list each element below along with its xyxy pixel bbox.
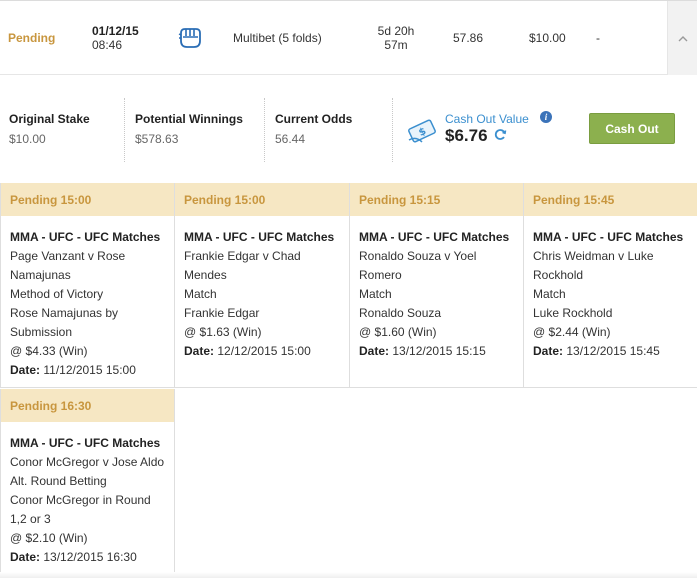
leg-line: Match [184,287,217,301]
leg-date: Date: 12/12/2015 15:00 [184,342,343,361]
current-odds: Current Odds 56.44 [275,98,352,160]
potential-winnings-label: Potential Winnings [135,112,243,126]
current-odds-value: 56.44 [275,132,306,146]
divider [392,98,393,162]
leg-date: Date: 13/12/2015 15:15 [359,342,517,361]
leg-card: Pending 15:00 MMA - UFC - UFC Matches Fr… [175,183,350,388]
leg-date-value: 13/12/2015 15:45 [566,344,660,358]
divider [124,98,125,162]
leg-line: Namajunas [10,268,71,282]
leg-line: @ $2.44 (Win) [533,325,611,339]
leg-line: Alt. Round Betting [10,474,107,488]
leg-card: Pending 15:15 MMA - UFC - UFC Matches Ro… [350,183,524,388]
leg-status-header: Pending 15:15 [350,183,523,216]
leg-line: Submission [10,325,73,339]
leg-line: Ronaldo Souza v Yoel [359,249,477,263]
divider [264,98,265,162]
leg-date-label: Date: [10,363,41,377]
leg-date-value: 13/12/2015 15:15 [392,344,486,358]
leg-line: Romero [359,268,402,282]
leg-market: MMA - UFC - UFC Matches [10,436,161,450]
leg-line: Rose Namajunas by [10,306,119,320]
leg-line: @ $2.10 (Win) [10,531,88,545]
leg-date-label: Date: [10,550,41,564]
leg-date-value: 12/12/2015 15:00 [217,344,311,358]
bet-date: 01/12/15 [92,24,139,38]
leg-line: Conor McGregor in Round [10,493,151,507]
leg-market: MMA - UFC - UFC Matches [533,230,684,244]
current-odds-label: Current Odds [275,112,353,126]
leg-date-label: Date: [184,344,215,358]
fist-icon [177,1,203,75]
leg-card: Pending 16:30 MMA - UFC - UFC Matches Co… [0,389,175,578]
bet-row[interactable]: Pending 01/12/15 08:46 Multibet (5 folds… [0,0,697,75]
refresh-icon[interactable] [494,128,507,144]
leg-line: Frankie Edgar v Chad [184,249,301,263]
leg-date-label: Date: [359,344,390,358]
leg-line: @ $1.60 (Win) [359,325,437,339]
leg-line: @ $4.33 (Win) [10,344,88,358]
bet-type: Multibet (5 folds) [233,31,322,45]
bet-stake: $10.00 [529,31,566,45]
leg-line: Frankie Edgar [184,306,260,320]
leg-line: Page Vanzant v Rose [10,249,126,263]
bet-time: 08:46 [92,38,123,52]
leg-line: Conor McGregor v Jose Aldo [10,455,165,469]
cash-out-value-label: Cash Out Value [445,112,529,126]
original-stake-value: $10.00 [9,132,46,146]
cash-icon: $ [406,116,438,149]
original-stake-label: Original Stake [9,112,90,126]
leg-date-label: Date: [533,344,564,358]
leg-line: Match [533,287,566,301]
leg-line: Mendes [184,268,227,282]
collapse-button[interactable] [667,1,697,75]
leg-status-header: Pending 15:00 [1,183,174,216]
bet-datetime: 01/12/15 08:46 [92,1,139,75]
leg-line: Chris Weidman v Luke [533,249,654,263]
leg-date: Date: 11/12/2015 15:00 [10,361,168,380]
leg-line: Ronaldo Souza [359,306,442,320]
leg-market: MMA - UFC - UFC Matches [359,230,510,244]
leg-status-header: Pending 15:45 [524,183,697,216]
bet-odds: 57.86 [453,31,484,45]
cash-out-value: $6.76 [445,126,488,145]
leg-card: Pending 15:00 MMA - UFC - UFC Matches Pa… [0,183,175,388]
leg-status-header: Pending 16:30 [1,389,174,422]
leg-date: Date: 13/12/2015 16:30 [10,548,168,567]
original-stake: Original Stake $10.00 [9,98,90,160]
info-icon[interactable]: i [540,111,552,123]
leg-line: @ $1.63 (Win) [184,325,262,339]
leg-date: Date: 13/12/2015 15:45 [533,342,691,361]
bet-status: Pending [8,31,56,45]
leg-market: MMA - UFC - UFC Matches [10,230,161,244]
leg-card: Pending 15:45 MMA - UFC - UFC Matches Ch… [524,183,697,388]
leg-date-value: 11/12/2015 15:00 [43,363,136,377]
leg-line: Luke Rockhold [533,306,613,320]
leg-line: 1,2 or 3 [10,512,51,526]
potential-winnings: Potential Winnings $578.63 [135,98,243,160]
cash-out-button[interactable]: Cash Out [589,113,675,144]
potential-winnings-value: $578.63 [135,132,179,146]
chevron-up-icon [678,31,688,45]
time-remaining: 5d 20h 57m [368,1,424,75]
bet-return: - [596,31,600,45]
leg-line: Method of Victory [10,287,104,301]
leg-line: Match [359,287,392,301]
time-remaining-line1: 5d 20h [377,24,415,38]
time-remaining-line2: 57m [384,38,408,52]
leg-date-value: 13/12/2015 16:30 [43,550,137,564]
bottom-shadow [0,572,697,578]
leg-status-header: Pending 15:00 [175,183,349,216]
leg-market: MMA - UFC - UFC Matches [184,230,335,244]
leg-line: Rockhold [533,268,584,282]
